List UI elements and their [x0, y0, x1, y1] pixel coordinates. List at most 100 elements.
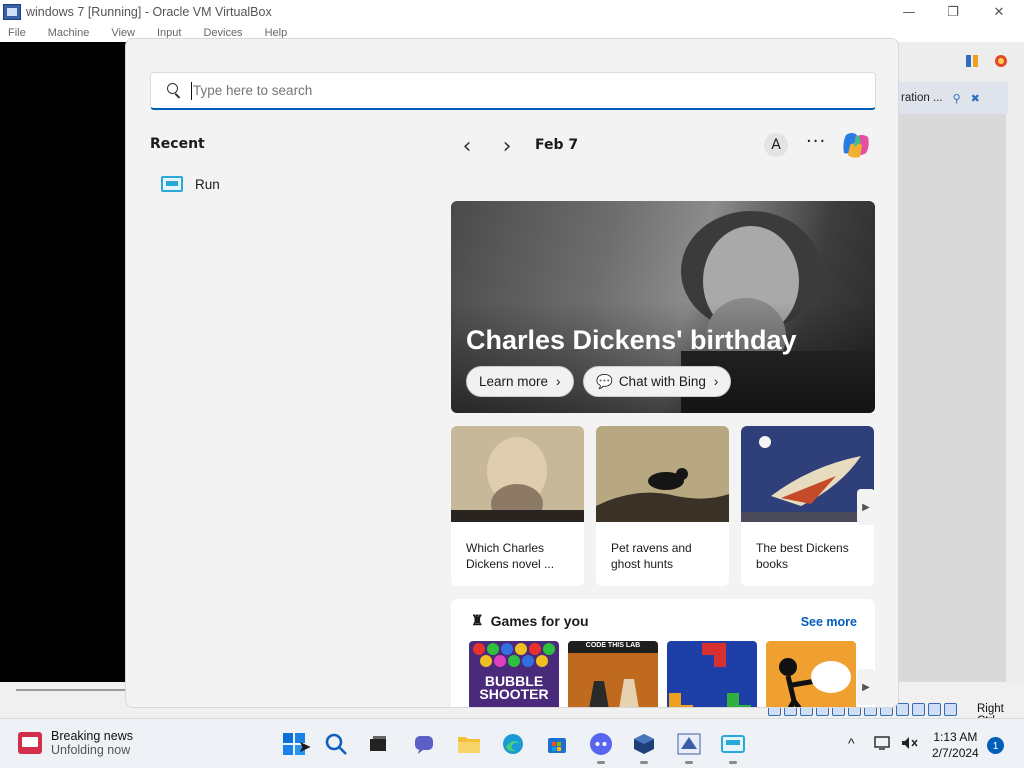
keyboard-icon[interactable] [928, 703, 941, 716]
story-card[interactable]: Which Charles Dickens novel ... [451, 426, 584, 586]
clock-date: 2/7/2024 [932, 746, 979, 760]
text-caret [191, 81, 192, 100]
run-app-icon[interactable] [720, 731, 746, 764]
story-card[interactable]: Pet ravens and ghost hunts [596, 426, 729, 586]
clock[interactable]: 1:13 AM 2/7/2024 [932, 729, 979, 761]
block-puzzle-image [667, 641, 757, 707]
running-indicator [640, 761, 648, 764]
guest-right-content [898, 114, 1006, 682]
learn-more-button[interactable]: Learn more › [466, 366, 574, 397]
hero-title: Charles Dickens' birthday [466, 325, 797, 355]
card-caption: Pet ravens and ghost hunts [611, 541, 692, 571]
see-more-link[interactable]: See more [801, 615, 857, 629]
window-titlebar: windows 7 [Running] - Oracle VM VirtualB… [0, 0, 1024, 24]
running-indicator [685, 761, 693, 764]
game-tile-stickman[interactable] [766, 641, 856, 707]
card-caption: The best Dickens books [756, 541, 849, 571]
chat-with-bing-button[interactable]: 💬 Chat with Bing › [583, 366, 732, 397]
news-widget[interactable]: Breaking news Unfolding now [18, 729, 133, 757]
hero-banner[interactable]: Charles Dickens' birthday Learn more › 💬 C… [451, 201, 875, 413]
close-button[interactable]: ✕ [976, 0, 1022, 24]
search-box[interactable] [150, 72, 876, 110]
edge-icon[interactable] [500, 731, 526, 757]
guest-screen-left [0, 42, 126, 682]
pin-icon[interactable]: ⚲ [953, 92, 961, 105]
volume-muted-icon[interactable] [900, 735, 918, 756]
guest-strip-text: ration ... [901, 92, 943, 104]
chess-image [568, 641, 658, 707]
chat-icon[interactable] [411, 731, 437, 757]
copilot-icon[interactable] [840, 129, 872, 161]
mouse-cursor-icon: ➤ [298, 737, 312, 756]
learn-more-label: Learn more [479, 374, 549, 389]
games-section: ♜ Games for you See more BUBBLE SHOOTER … [451, 599, 875, 707]
recent-heading: Recent [150, 136, 205, 152]
dickens-photo-image [451, 426, 584, 524]
date-label: Feb 7 [535, 137, 579, 153]
minimize-button[interactable]: — [886, 0, 932, 24]
game-tile-label: BUBBLE SHOOTER [479, 673, 549, 702]
taskbar: Breaking news Unfolding now ➤ ^ 1:13 AM … [0, 718, 1024, 768]
more-options-icon[interactable]: ··· [806, 131, 826, 152]
raven-illustration-image [596, 426, 729, 522]
guest-right-panel: ration ... ⚲ ✖ [898, 42, 1024, 682]
card-caption: Which Charles Dickens novel ... [466, 541, 555, 571]
story-card[interactable]: The best Dickens books [741, 426, 874, 586]
cpu-icon[interactable] [896, 703, 909, 716]
search-icon [165, 82, 183, 100]
widget-header: ‹ › Feb 7 A ··· [453, 129, 876, 161]
chevron-right-icon: › [713, 374, 719, 389]
chevron-right-icon: › [556, 374, 561, 389]
running-indicator [597, 761, 605, 764]
games-heading: ♜ Games for you [471, 612, 589, 629]
search-taskbar-icon[interactable] [323, 731, 349, 757]
chevron-right-icon[interactable]: › [493, 132, 521, 160]
news-subtitle: Unfolding now [51, 743, 131, 757]
game-tile-chess[interactable]: CODE THIS LAB [568, 641, 658, 707]
ghost-illustration-image [741, 426, 874, 522]
search-input[interactable] [193, 83, 793, 98]
news-title: Breaking news [51, 729, 133, 743]
show-hidden-icons-chevron-icon[interactable]: ^ [848, 735, 855, 751]
avatar[interactable]: A [764, 133, 788, 157]
chat-bubble-icon: 💬 [596, 373, 613, 389]
start-menu: Recent Run ‹ › Feb 7 A ··· Charles Dicke… [125, 38, 899, 708]
cards-next-button[interactable]: ▶ [857, 489, 875, 525]
games-title: Games for you [490, 612, 589, 629]
guest-security-icon[interactable] [994, 54, 1008, 68]
store-icon[interactable] [544, 731, 570, 757]
file-explorer-icon[interactable] [456, 731, 482, 757]
stickman-image [766, 641, 856, 707]
guest-tool-icon[interactable] [965, 54, 979, 68]
window-title: windows 7 [Running] - Oracle VM VirtualB… [26, 5, 272, 19]
maximize-button[interactable]: ❐ [930, 0, 976, 24]
network-tray-icon[interactable] [874, 735, 892, 756]
game-tile-block-puzzle[interactable] [667, 641, 757, 707]
discord-icon[interactable] [588, 731, 614, 764]
game-tile-label: CODE THIS LAB [585, 642, 641, 649]
game-tile-bubble-shooter[interactable]: BUBBLE SHOOTER [469, 641, 559, 707]
chat-with-bing-label: Chat with Bing [618, 374, 706, 389]
run-icon [161, 176, 183, 192]
menu-file[interactable]: File [8, 27, 26, 39]
recent-item-label: Run [195, 176, 220, 192]
task-view-icon[interactable] [365, 731, 391, 757]
story-cards: Which Charles Dickens novel ... Pet rave… [451, 426, 875, 586]
news-icon [18, 732, 42, 754]
virtualbox-icon [3, 4, 21, 20]
divider [16, 689, 126, 691]
guest-strip: ration ... ⚲ ✖ [898, 82, 1008, 114]
arrow-down-icon[interactable] [944, 703, 957, 716]
games-next-button[interactable]: ▶ [857, 669, 875, 705]
close-icon[interactable]: ✖ [971, 92, 980, 105]
clock-time: 1:13 AM [933, 730, 978, 744]
chevron-left-icon[interactable]: ‹ [453, 132, 481, 160]
win7-vm-icon[interactable] [676, 731, 702, 764]
virtualbox-taskbar-icon[interactable] [631, 731, 657, 764]
menu-machine[interactable]: Machine [48, 27, 90, 39]
notification-badge[interactable]: 1 [987, 737, 1004, 754]
recent-item-run[interactable]: Run [161, 176, 220, 192]
running-indicator [729, 761, 737, 764]
chess-piece-icon: ♜ [471, 612, 484, 628]
mouse-integration-icon[interactable] [912, 703, 925, 716]
